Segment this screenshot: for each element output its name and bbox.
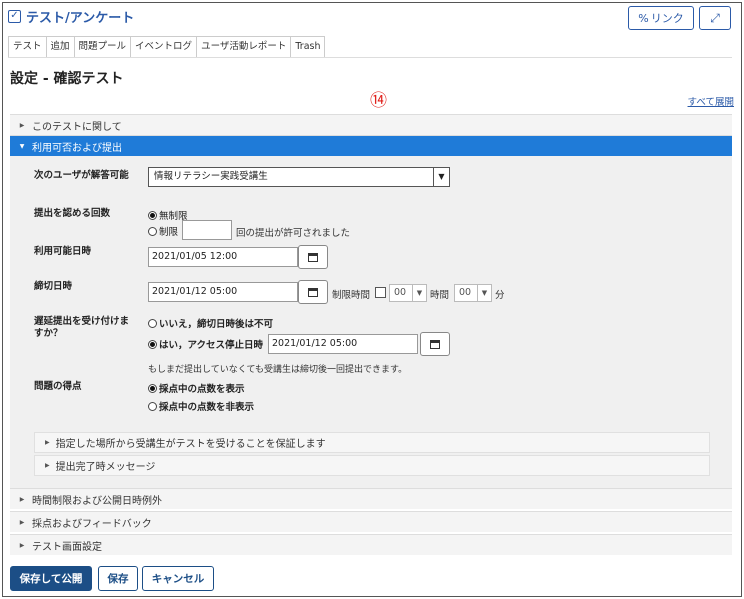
chevron-down-icon: ▼ [477,285,491,301]
hours-select[interactable]: 00 ▼ [389,284,427,302]
hours-value: 00 [394,287,407,298]
hours-label: 時間 [430,290,450,301]
chevron-right-icon: ▶ [19,121,25,129]
radio-selected-icon [148,383,157,393]
section-grading[interactable]: ▶ 採点およびフィードバック [10,511,732,532]
section-availability-label: 利用可否および提出 [32,142,122,154]
subsection-completion[interactable]: ▶ 提出完了時メッセージ [34,455,710,476]
late-calendar-button[interactable] [420,332,450,356]
late-date-input[interactable]: 2021/01/12 05:00 [268,334,418,354]
section-about[interactable]: ▶ このテストに関して [10,114,732,135]
radio-empty-icon [148,401,157,411]
points-hide-label: 採点中の点数を非表示 [159,402,255,413]
available-date-input[interactable]: 2021/01/05 12:00 [148,247,298,267]
tab-user-report[interactable]: ユーザ活動レポート [196,36,291,58]
radio-selected-icon [148,339,157,349]
tab-event-log[interactable]: イベントログ [130,36,197,58]
tab-test[interactable]: テスト [8,36,46,58]
points-show-radio[interactable]: 採点中の点数を表示 [148,381,245,395]
time-limit-checkbox[interactable] [375,287,386,298]
tool-title: テスト/アンケート [26,10,135,26]
late-label: 遅延提出を受け付けますか？ [34,316,130,339]
calendar-icon [308,287,318,297]
radio-empty-icon [148,226,157,236]
attempts-suffix: 回の提出が許可されました [236,228,351,239]
page-title: 設定 - 確認テスト [10,71,124,87]
check-icon: ✓ [8,9,21,23]
chevron-right-icon: ▶ [19,495,25,503]
subsection-location-label: 指定した場所から受講生がテストを受けることを保証します [55,439,326,450]
tab-add[interactable]: 追加 [45,36,74,58]
minutes-select[interactable]: 00 ▼ [454,284,492,302]
expand-icon: ⤢ [710,10,720,25]
due-label: 締切日時 [34,281,73,292]
calendar-icon [430,339,440,349]
available-label: 利用可能日時 [34,246,92,257]
chevron-down-icon: ▼ [433,168,449,186]
chevron-down-icon: ▼ [19,142,25,150]
save-publish-button[interactable]: 保存して公開 [10,566,92,591]
chevron-right-icon: ▶ [19,541,25,549]
minutes-value: 00 [459,287,472,298]
tab-question-pool[interactable]: 問題プール [73,36,131,58]
chevron-right-icon: ▶ [19,518,25,526]
annotation-number: ⑭ [370,91,387,111]
expand-all-link[interactable]: すべて展開 [688,94,734,108]
available-calendar-button[interactable] [298,245,328,269]
tab-divider [8,57,732,58]
who-select[interactable]: 情報リテラシー実践受講生 ▼ [148,167,450,187]
link-button[interactable]: % リンク [628,6,694,30]
time-limit-label: 制限時間 [332,290,371,301]
section-grading-label: 採点およびフィードバック [32,518,152,530]
attempts-limited-label: 制限 [159,227,179,238]
cancel-button[interactable]: キャンセル [142,566,214,591]
who-select-value: 情報リテラシー実践受講生 [154,171,268,182]
subsection-completion-label: 提出完了時メッセージ [55,462,156,473]
calendar-icon [308,252,318,262]
late-no-radio[interactable]: いいえ，締切日時後は不可 [148,316,273,330]
attempts-label: 提出を認める回数 [34,208,111,219]
attempts-limited-radio[interactable]: 制限 [148,224,178,238]
points-show-label: 採点中の点数を表示 [159,384,245,395]
section-timing-label: 時間制限および公開日時例外 [32,495,162,507]
late-no-label: いいえ，締切日時後は不可 [159,319,274,330]
section-display-label: テスト画面設定 [32,541,102,553]
minutes-label: 分 [495,290,505,301]
tool-tabs: テスト 追加 問題プール イベントログ ユーザ活動レポート Trash [8,36,326,58]
who-label: 次のユーザが解答可能 [34,170,129,181]
chevron-down-icon: ▼ [412,285,426,301]
radio-empty-icon [148,318,157,328]
save-button[interactable]: 保存 [98,566,138,591]
late-yes-radio[interactable]: はい，アクセス停止日時 [148,337,263,351]
due-calendar-button[interactable] [298,280,328,304]
tab-trash[interactable]: Trash [290,36,326,58]
points-label: 問題の得点 [34,381,82,392]
due-date-input[interactable]: 2021/01/12 05:00 [148,282,298,302]
section-about-label: このテストに関して [32,121,122,133]
chevron-right-icon: ▶ [45,462,50,469]
link-button-label: リンク [650,12,684,25]
header: ✓ テスト/アンケート [8,6,134,26]
late-yes-label: はい，アクセス停止日時 [159,340,264,351]
fullscreen-button[interactable]: ⤢ [699,6,731,30]
link-icon: % [638,11,649,25]
radio-selected-icon [148,210,157,220]
section-availability[interactable]: ▼ 利用可否および提出 [10,135,732,156]
section-display[interactable]: ▶ テスト画面設定 [10,534,732,555]
late-note: もしまだ提出していなくても受講生は締切後一回提出できます。 [148,365,408,375]
points-hide-radio[interactable]: 採点中の点数を非表示 [148,399,254,413]
subsection-location[interactable]: ▶ 指定した場所から受講生がテストを受けることを保証します [34,432,710,453]
attempts-count-input[interactable] [182,220,232,240]
chevron-right-icon: ▶ [45,439,50,446]
section-timing[interactable]: ▶ 時間制限および公開日時例外 [10,488,732,509]
